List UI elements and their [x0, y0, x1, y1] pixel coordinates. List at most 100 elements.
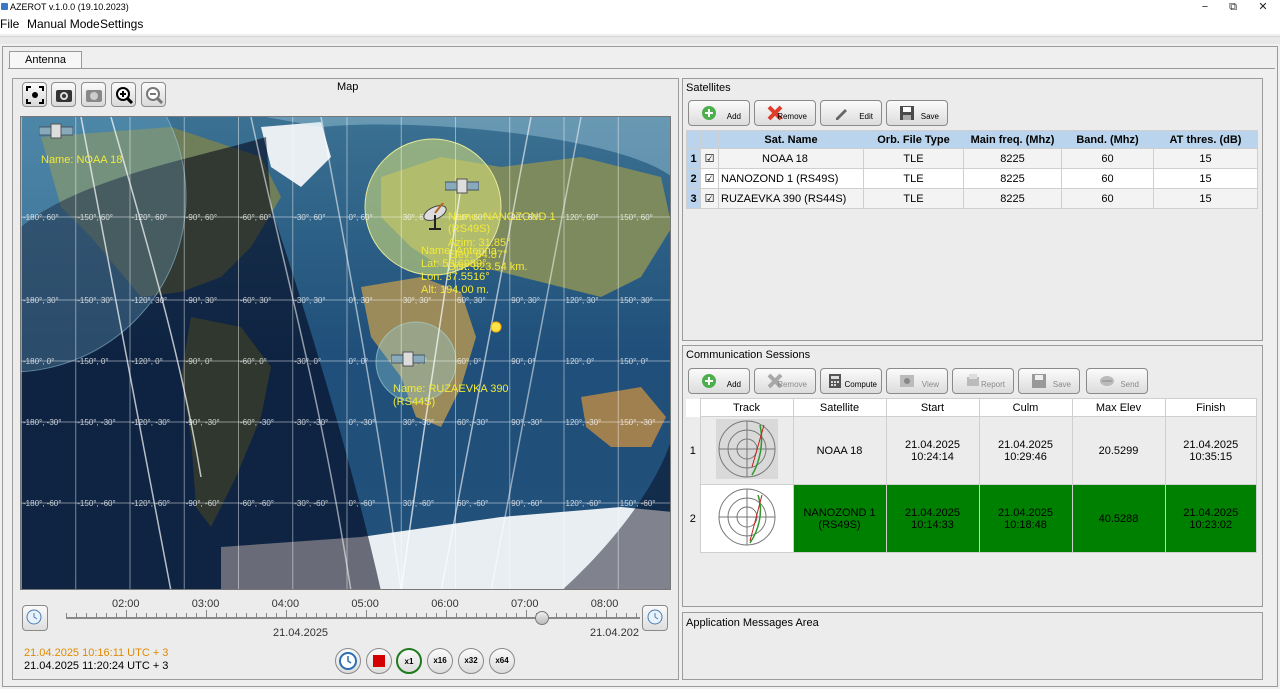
menu-file[interactable]: File [0, 17, 19, 31]
world-map[interactable]: -180°, 60° -150°, 60° -120°, 60° -90°, 60° -… [20, 116, 671, 590]
toolbar-separator [0, 36, 1280, 44]
nanozond-satellite-icon[interactable] [445, 174, 479, 200]
header-max-elev: Max Elev [1071, 398, 1166, 417]
timeline-hour-label: 07:00 [511, 598, 539, 610]
speed-x32-button[interactable]: x32 [458, 648, 484, 674]
finish-date: 21.04.2025 [1183, 438, 1239, 451]
header-freq: Main freq. (Mhz) [963, 130, 1062, 149]
session-remove-button[interactable]: Remove [754, 368, 816, 394]
restore-button[interactable]: ⧉ [1218, 0, 1248, 14]
table-row[interactable]: 2 NANOZOND 1 (RS49S) 21.04.2025 10:14:33 2… [686, 484, 1257, 553]
row-checkbox[interactable]: ☑ [700, 168, 719, 189]
timeline-tick [446, 610, 447, 617]
row-index: 2 [686, 168, 701, 189]
finish-date: 21.04.2025 [1183, 506, 1239, 519]
camera-icon [56, 90, 72, 102]
tab-antenna[interactable]: Antenna [9, 51, 82, 69]
table-row[interactable]: 1 NOAA 18 21.04.2025 10:24:14 21.04.2025 1… [686, 416, 1257, 485]
satellite-code: (RS49S) [818, 518, 861, 531]
session-send-label: Send [1120, 380, 1139, 389]
header-culm: Culm [978, 398, 1073, 417]
session-add-button[interactable]: Add [688, 368, 750, 394]
fit-view-button[interactable] [22, 82, 47, 107]
zoom-in-icon [116, 87, 133, 104]
floppy-icon [1032, 374, 1046, 388]
antenna-label-alt: Alt: 194.00 m. [421, 284, 489, 296]
row-thres: 15 [1153, 168, 1258, 189]
simulation-time: 21.04.2025 10:16:11 UTC + 3 [24, 647, 169, 659]
timeline-track[interactable] [66, 617, 640, 619]
sat-save-button[interactable]: Save [886, 100, 948, 126]
timeline-hour-label: 06:00 [431, 598, 459, 610]
satellites-title: Satellites [686, 82, 731, 94]
culm-date: 21.04.2025 [997, 506, 1054, 519]
satellites-table-header: Sat. Name Orb. File Type Main freq. (Mhz… [686, 130, 1258, 149]
antenna-icon[interactable] [421, 203, 451, 231]
row-checkbox[interactable]: ☑ [700, 188, 719, 209]
row-satellite: NANOZOND 1 (RS49S) [792, 484, 887, 553]
culm-time: 10:18:48 [1004, 518, 1047, 531]
session-save-button[interactable]: Save [1018, 368, 1080, 394]
row-culm: 21.04.2025 10:18:48 [978, 484, 1073, 553]
ruzaevka-label: Name: RUZAEVKA 390 (RS44S) [393, 383, 509, 409]
finish-time: 10:35:15 [1189, 450, 1233, 463]
floppy-icon [900, 106, 914, 120]
zoom-in-button[interactable] [111, 82, 136, 107]
speed-x1-button[interactable]: x1 [396, 648, 422, 674]
speed-x16-button[interactable]: x16 [427, 648, 453, 674]
add-icon [702, 374, 716, 388]
row-max-elev: 20.5299 [1071, 416, 1166, 485]
antenna-label-name: Name: Antenna [421, 245, 497, 257]
sat-remove-button[interactable]: Remove [754, 100, 816, 126]
sat-edit-button[interactable]: Edit [820, 100, 882, 126]
sat-add-button[interactable]: Add [688, 100, 750, 126]
timeline-tick [286, 610, 287, 617]
speed-x64-button[interactable]: x64 [489, 648, 515, 674]
row-freq: 8225 [963, 148, 1062, 169]
clock-icon [339, 652, 357, 670]
session-report-button[interactable]: Report [952, 368, 1014, 394]
minimize-button[interactable]: − [1190, 0, 1220, 14]
header-finish: Finish [1164, 398, 1257, 417]
noaa18-label: Name: NOAA 18 [41, 154, 123, 166]
timeline-hour-label: 08:00 [590, 598, 619, 610]
session-add-label: Add [726, 380, 741, 389]
row-checkbox[interactable]: ☑ [700, 148, 719, 169]
timeline-hour-label: 04:00 [271, 598, 300, 610]
session-send-button[interactable]: Send [1086, 368, 1148, 394]
menu-settings[interactable]: Settings [100, 17, 143, 31]
header-thres: AT thres. (dB) [1153, 130, 1258, 149]
close-button[interactable]: ✕ [1248, 0, 1278, 14]
timeline-tick [606, 610, 607, 617]
timeline-hour-label: 03:00 [191, 598, 220, 610]
ruzaevka-satellite-icon[interactable] [391, 347, 425, 373]
session-view-button[interactable]: View [886, 368, 948, 394]
row-index: 1 [689, 444, 696, 457]
session-compute-button[interactable]: Compute [820, 368, 882, 394]
satellites-table: Sat. Name Orb. File Type Main freq. (Mhz… [686, 130, 1258, 209]
timeline-tick [126, 610, 127, 617]
timeline-back-button[interactable] [22, 605, 48, 631]
finish-time: 10:23:02 [1189, 518, 1233, 531]
row-finish: 21.04.2025 10:35:15 [1164, 416, 1257, 485]
table-row[interactable]: 1 ☑ NOAA 18 TLE 8225 60 15 [686, 148, 1258, 169]
start-date: 21.04.2025 [904, 506, 961, 519]
camera-button[interactable] [51, 82, 76, 107]
header-satellite: Satellite [792, 398, 887, 417]
row-start: 21.04.2025 10:14:33 [885, 484, 980, 553]
timeline-tick [366, 610, 367, 617]
menu-manual-mode[interactable]: Manual Mode [27, 17, 100, 31]
photo-button[interactable] [81, 82, 106, 107]
zoom-out-button[interactable] [141, 82, 166, 107]
table-row[interactable]: 2 ☑ NANOZOND 1 (RS49S) TLE 8225 60 15 [686, 168, 1258, 189]
realtime-button[interactable] [335, 648, 361, 674]
antenna-label-lat: Lat: 53.6989° [421, 258, 487, 270]
row-thres: 15 [1153, 188, 1258, 209]
menu-bar: File Manual Mode Settings [0, 14, 1280, 34]
session-view-label: View [921, 380, 939, 389]
timeline-forward-button[interactable] [642, 605, 668, 631]
stop-button[interactable] [366, 648, 392, 674]
noaa18-satellite-icon[interactable] [39, 119, 73, 145]
ground-tracks [80, 117, 582, 589]
table-row[interactable]: 3 ☑ RUZAEVKA 390 (RS44S) TLE 8225 60 15 [686, 188, 1258, 209]
